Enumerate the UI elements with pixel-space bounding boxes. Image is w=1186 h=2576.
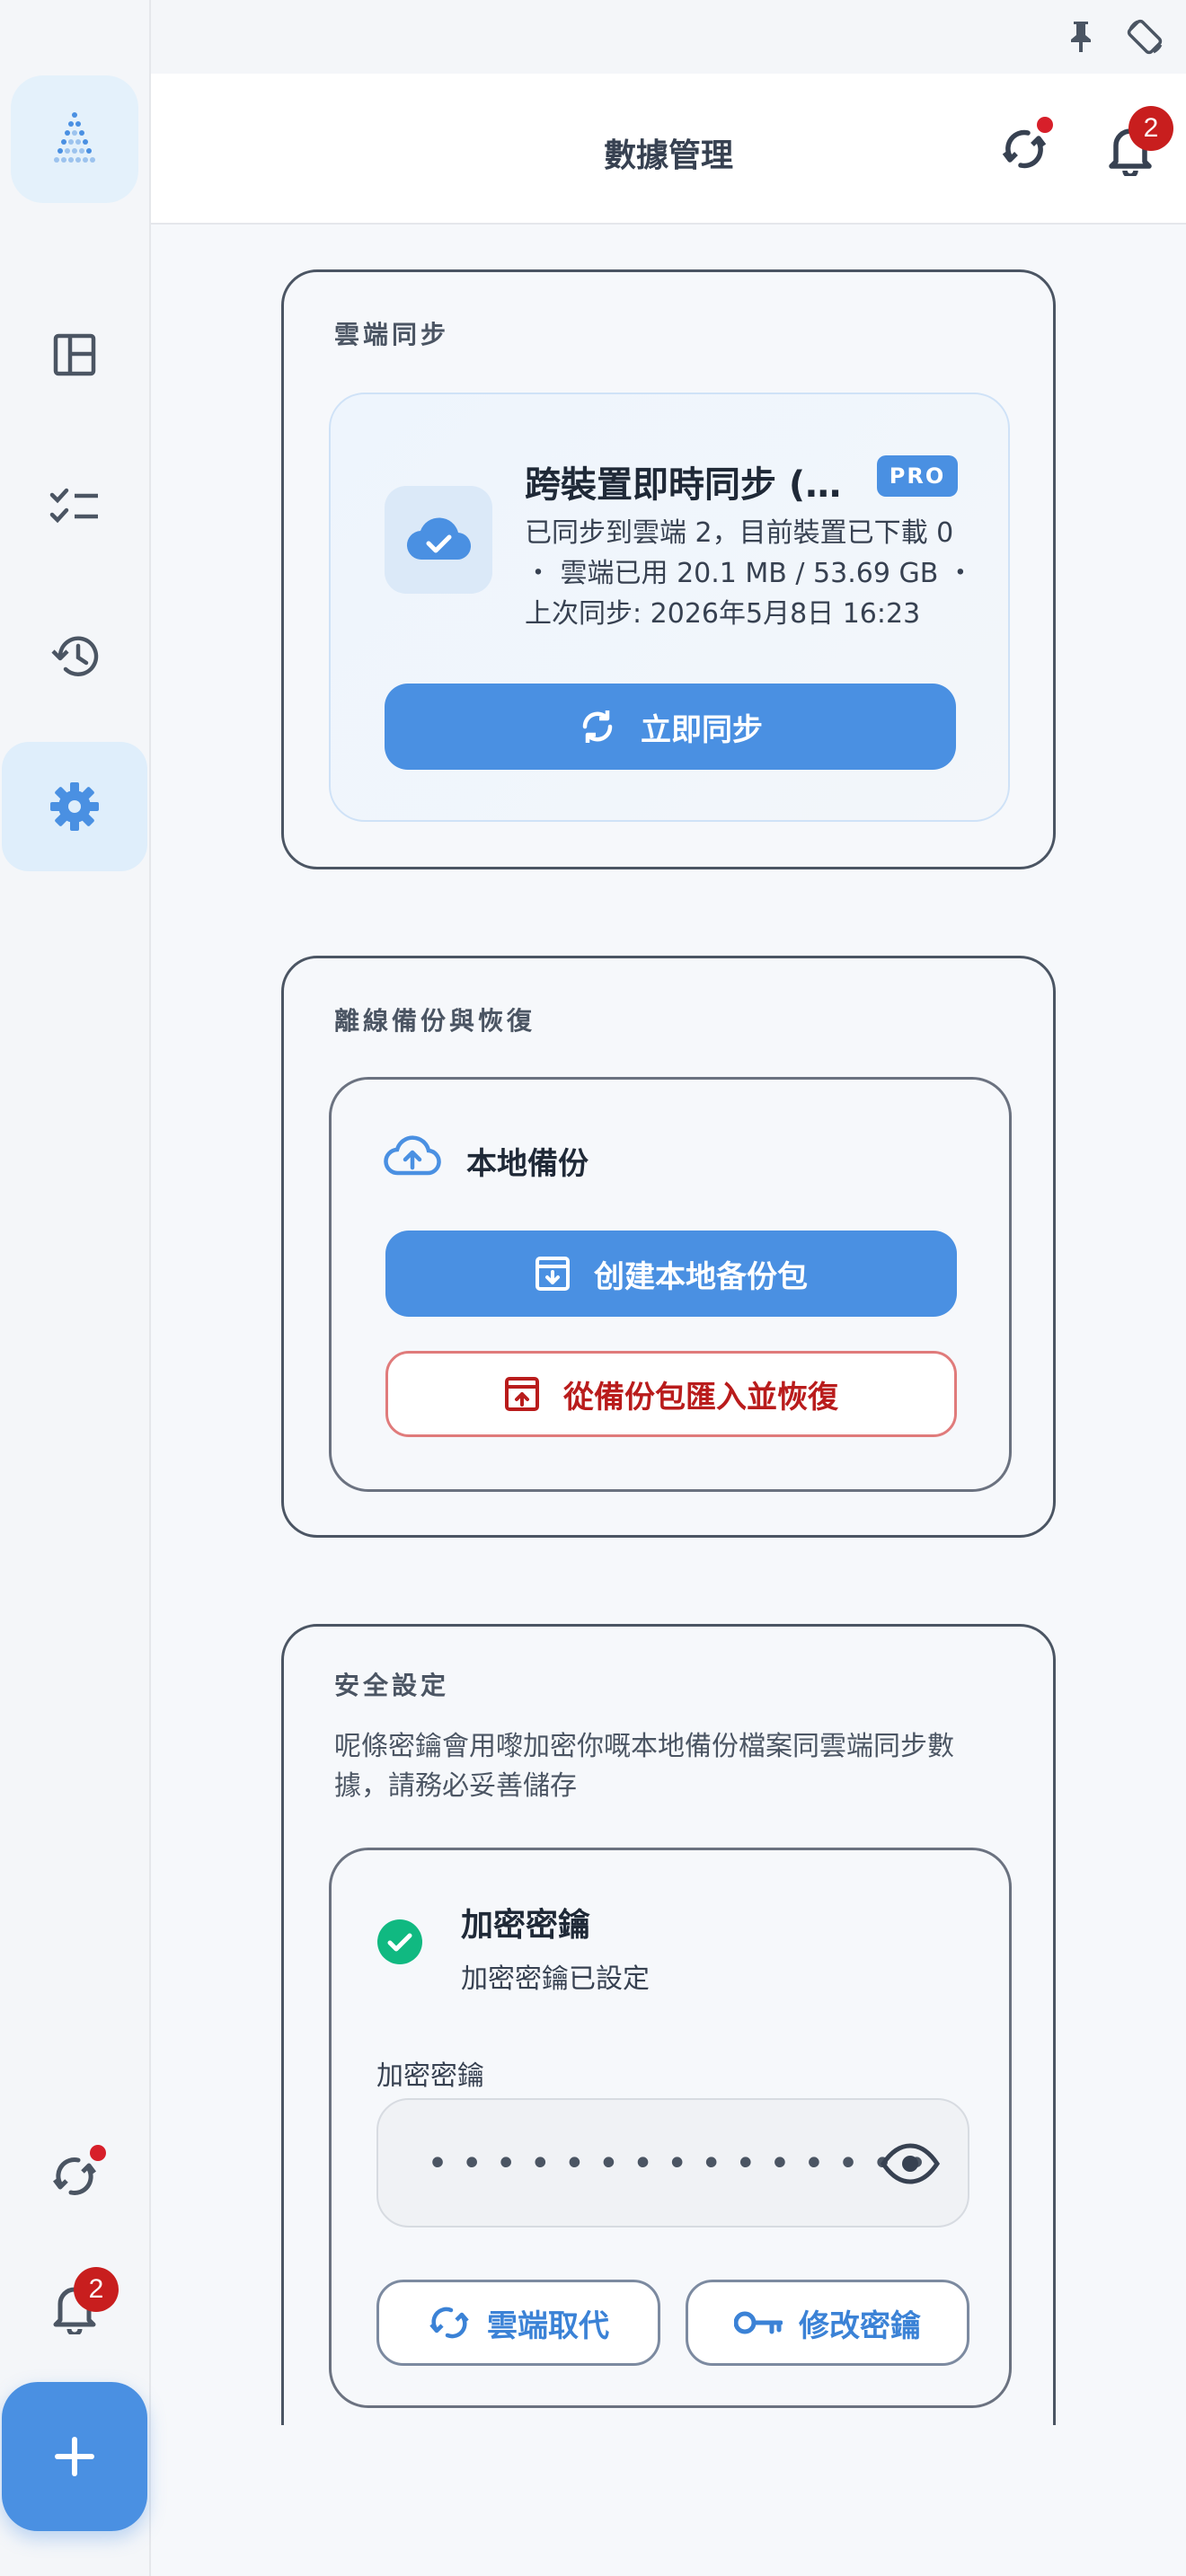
security-description: 呢條密鑰會用嚟加密你嘅本地備份檔案同雲端同步數據，請務必妥善儲存 [334, 1731, 954, 1802]
sidebar-item-history[interactable] [0, 591, 149, 722]
screen-rotate-icon[interactable] [1125, 16, 1166, 57]
key-status: 加密密鑰已設定 [461, 1963, 650, 1995]
masked-key-value: ••••••••••••••• [427, 2143, 941, 2184]
notification-badge: 2 [1128, 106, 1173, 151]
sync-description: 已同步到雲端 2，目前裝置已下載 0 ・ 雲端已用 20.1 MB / 53.6… [525, 517, 974, 630]
create-backup-label: 创建本地备份包 [594, 1259, 808, 1294]
sync-title: 跨裝置即時同步 (… [525, 464, 842, 506]
cloud-replace-icon [429, 2307, 469, 2339]
restore-backup-label: 從備份包匯入並恢復 [563, 1380, 838, 1415]
app-header: 數據管理 2 [151, 74, 1186, 225]
check-circle-icon [377, 1919, 422, 1964]
history-icon [51, 636, 99, 676]
header-notifications-button[interactable]: 2 [1094, 106, 1173, 185]
add-button[interactable] [2, 2382, 147, 2531]
eye-icon[interactable] [880, 2143, 941, 2184]
sync-now-button[interactable]: 立即同步 [385, 684, 956, 770]
encryption-key-panel: 加密密鑰 加密密鑰已設定 加密密鑰 ••••••••••••••• 雲端取代 修… [329, 1848, 1012, 2408]
sidebar-item-settings[interactable] [2, 742, 147, 871]
cloud-check-icon [406, 517, 472, 560]
cloud-replace-button[interactable]: 雲端取代 [376, 2280, 660, 2366]
cloud-status-tile [385, 486, 492, 594]
cloud-sync-card: 雲端同步 跨裝置即時同步 (… PRO 已同步到雲端 2，目前裝置已下載 0 ・… [281, 269, 1056, 869]
backup-card: 離線備份與恢復 本地備份 创建本地备份包 從備份包匯入並恢復 [281, 956, 1056, 1538]
sidebar-item-tasks[interactable] [0, 440, 149, 571]
notification-badge: 2 [74, 2267, 119, 2312]
app-logo[interactable] [11, 75, 138, 203]
change-key-button[interactable]: 修改密鑰 [686, 2280, 969, 2366]
key-field-label: 加密密鑰 [376, 2060, 484, 2092]
pin-icon[interactable] [1060, 16, 1102, 57]
sidebar: 2 [0, 0, 151, 2576]
key-icon [734, 2311, 783, 2334]
local-backup-panel: 本地備份 创建本地备份包 從備份包匯入並恢復 [329, 1077, 1012, 1492]
plus-icon [55, 2437, 94, 2476]
cloud-upload-icon [384, 1135, 441, 1176]
pro-badge: PRO [877, 455, 958, 497]
section-title: 離線備份與恢復 [334, 1006, 536, 1036]
create-backup-button[interactable]: 创建本地备份包 [385, 1231, 957, 1317]
sidebar-sync-button[interactable] [0, 2127, 149, 2226]
sync-now-label: 立即同步 [641, 712, 763, 747]
layout-icon [53, 333, 96, 376]
sidebar-notifications-button[interactable]: 2 [0, 2258, 149, 2357]
archive-download-icon [535, 1257, 570, 1291]
header-sync-button[interactable] [988, 113, 1060, 185]
encryption-key-input[interactable]: ••••••••••••••• [376, 2098, 969, 2228]
section-title: 雲端同步 [334, 320, 450, 349]
refresh-icon [582, 710, 613, 743]
app-logo-icon [54, 112, 95, 163]
main-content: 雲端同步 跨裝置即時同步 (… PRO 已同步到雲端 2，目前裝置已下載 0 ・… [151, 225, 1186, 2425]
system-strip [151, 0, 1186, 74]
key-title: 加密密鑰 [461, 1907, 591, 1944]
sync-panel: 跨裝置即時同步 (… PRO 已同步到雲端 2，目前裝置已下載 0 ・ 雲端已用… [329, 393, 1010, 822]
change-key-label: 修改密鑰 [799, 2308, 921, 2343]
cloud-replace-label: 雲端取代 [487, 2308, 609, 2343]
restore-backup-button[interactable]: 從備份包匯入並恢復 [385, 1351, 957, 1437]
local-backup-heading: 本地備份 [466, 1146, 589, 1182]
sync-status-dot [1037, 117, 1053, 133]
gear-icon [50, 782, 99, 831]
sync-status-dot [90, 2145, 106, 2161]
sidebar-item-dashboard[interactable] [0, 289, 149, 420]
section-title: 安全設定 [334, 1671, 450, 1700]
checklist-icon [49, 488, 98, 524]
archive-upload-icon [505, 1377, 539, 1411]
security-card: 安全設定 呢條密鑰會用嚟加密你嘅本地備份檔案同雲端同步數據，請務必妥善儲存 加密… [281, 1624, 1056, 2425]
